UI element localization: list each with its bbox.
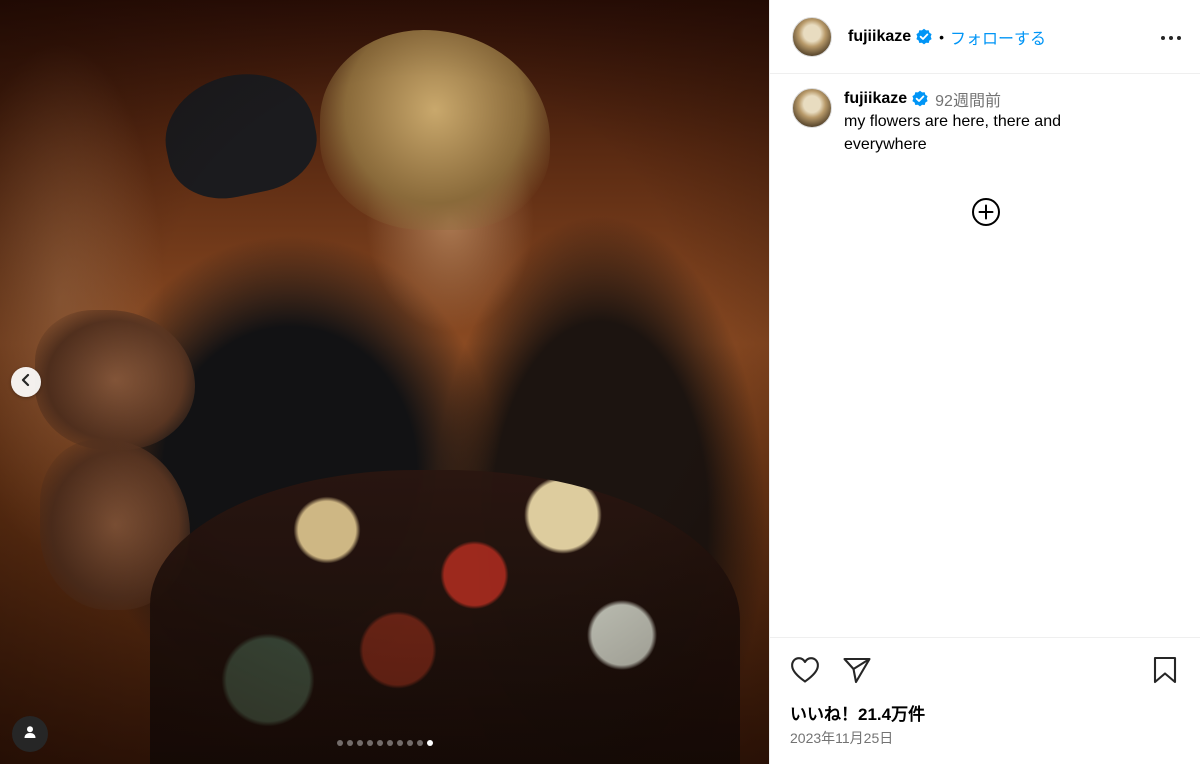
carousel-dot	[406, 740, 413, 746]
save-button[interactable]	[1150, 656, 1180, 688]
carousel-dot	[366, 740, 373, 746]
caption-header: fujiikaze 92週間前	[844, 88, 1144, 110]
carousel-dot	[376, 740, 383, 746]
load-more-comments-button[interactable]	[970, 197, 1002, 232]
photo-hair-shape	[320, 30, 550, 230]
carousel-indicator	[0, 740, 769, 748]
more-options-button[interactable]	[1158, 24, 1184, 50]
post-date[interactable]: 2023年11月25日	[790, 728, 1184, 748]
photo-hand-shape	[40, 440, 190, 610]
avatar[interactable]	[792, 16, 832, 57]
follow-button[interactable]: フォローする	[950, 25, 1046, 49]
separator-dot: •	[939, 28, 945, 45]
paper-plane-icon	[842, 656, 872, 689]
heart-icon	[790, 656, 820, 689]
caption: fujiikaze 92週間前 my flowers are here, the…	[792, 88, 1184, 156]
caption-username-link[interactable]: fujiikaze	[844, 90, 907, 108]
share-button[interactable]	[842, 656, 876, 688]
caption-body: fujiikaze 92週間前 my flowers are here, the…	[844, 88, 1144, 156]
verified-badge-icon	[911, 90, 929, 108]
verified-badge-icon	[915, 28, 933, 46]
post-photo[interactable]	[0, 0, 769, 764]
action-row	[790, 656, 1184, 688]
carousel-dot	[386, 740, 393, 746]
bookmark-icon	[1153, 656, 1177, 689]
time-ago[interactable]: 92週間前	[935, 87, 1001, 111]
carousel-dot	[396, 740, 403, 746]
comments-section: fujiikaze 92週間前 my flowers are here, the…	[770, 74, 1200, 637]
photo-shirt-shape	[150, 470, 740, 764]
more-options-icon	[1160, 28, 1182, 46]
instagram-post: fujiikaze • フォローする fujiikaze 92週間前 my fl…	[0, 0, 1200, 764]
carousel-dot	[356, 740, 363, 746]
carousel-prev-button[interactable]	[11, 367, 41, 397]
like-button[interactable]	[790, 656, 824, 688]
post-side-panel: fujiikaze • フォローする fujiikaze 92週間前 my fl…	[769, 0, 1200, 764]
caption-text: my flowers are here, there and everywher…	[844, 113, 1061, 153]
carousel-dot	[336, 740, 343, 746]
chevron-left-icon	[19, 373, 33, 392]
carousel-dot	[346, 740, 353, 746]
carousel-dot	[416, 740, 423, 746]
avatar[interactable]	[792, 88, 832, 128]
carousel-dot	[426, 740, 433, 746]
photo-cap-shape	[154, 60, 326, 210]
plus-circle-icon	[971, 197, 1001, 232]
photo-hand-shape	[35, 310, 195, 450]
post-header: fujiikaze • フォローする	[770, 0, 1200, 74]
likes-count[interactable]: いいね！21.4万件	[790, 700, 1184, 724]
username-link[interactable]: fujiikaze	[848, 28, 911, 46]
action-bar: いいね！21.4万件 2023年11月25日	[770, 637, 1200, 764]
